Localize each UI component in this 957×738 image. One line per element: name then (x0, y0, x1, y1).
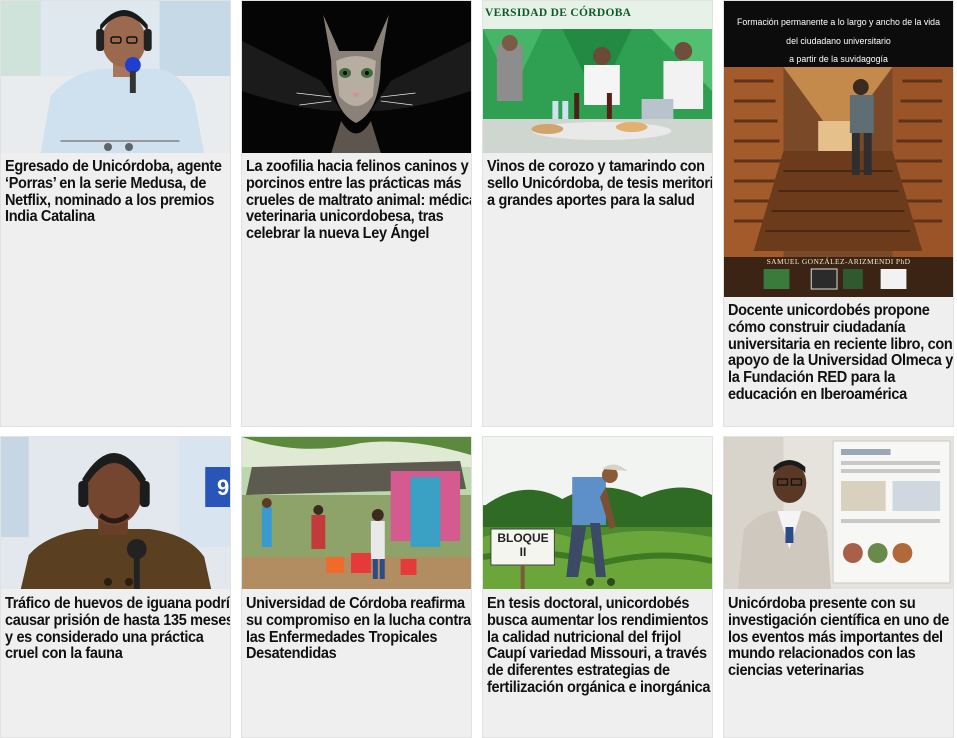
radio-interview-image-2[interactable]: 9 (1, 437, 230, 589)
article-headline[interactable]: En tesis doctoral, unicordobés busca aum… (487, 595, 712, 697)
article-headline[interactable]: Docente unicordobés propone cómo constru… (728, 302, 953, 404)
cat-image[interactable] (242, 1, 471, 153)
book-title-line-1: Formación permanente a lo largo y ancho … (737, 17, 940, 27)
researcher-poster-image[interactable] (724, 437, 953, 589)
article-headline[interactable]: Egresado de Unicórdoba, agente ‘Porras’ … (5, 158, 230, 226)
book-title-line-3: a partir de la suvidagogía (789, 54, 888, 64)
banner-text: VERSIDAD DE CÓRDOBA (485, 7, 632, 19)
article-headline[interactable]: Tráfico de huevos de iguana podría causa… (5, 595, 230, 663)
book-author: SAMUEL GONZÁLEZ-ARIZMENDI PhD (766, 257, 911, 266)
carousel-dot (586, 578, 594, 586)
wine-presentation-image[interactable]: VERSIDAD DE CÓRDOBA (483, 1, 712, 153)
carousel-dot (125, 578, 133, 586)
field-sign-line-2: II (519, 545, 527, 559)
article-headline[interactable]: La zoofilia hacia felinos caninos y porc… (246, 158, 471, 243)
carousel-dot (125, 143, 133, 151)
book-title-line-2: del ciudadano universitario (786, 36, 891, 46)
book-cover-image[interactable]: Formación permanente a lo largo y ancho … (724, 1, 953, 297)
news-card-3[interactable]: VERSIDAD DE CÓRDOBA Vinos de corozo y ta… (482, 0, 713, 427)
carousel-dot (607, 578, 615, 586)
article-headline[interactable]: Unicórdoba presente con su investigación… (728, 595, 953, 680)
article-headline[interactable]: Universidad de Córdoba reafirma su compr… (246, 595, 471, 663)
studio-number: 9 (217, 475, 230, 500)
article-headline[interactable]: Vinos de corozo y tamarindo con sello Un… (487, 158, 712, 209)
news-card-7[interactable]: BLOQUE II En tesis doctoral, unicordobés… (482, 436, 713, 738)
news-grid: Egresado de Unicórdoba, agente ‘Porras’ … (0, 0, 957, 738)
news-card-1[interactable]: Egresado de Unicórdoba, agente ‘Porras’ … (0, 0, 231, 427)
field-sign-line-1: BLOQUE (497, 531, 549, 545)
news-card-8[interactable]: Unicórdoba presente con su investigación… (723, 436, 954, 738)
carousel-dot (104, 143, 112, 151)
news-card-4[interactable]: Formación permanente a lo largo y ancho … (723, 0, 954, 427)
news-card-5[interactable]: 9 Tráfico de huevos de iguana podría cau… (0, 436, 231, 738)
radio-interview-image[interactable] (1, 1, 230, 153)
news-card-2[interactable]: La zoofilia hacia felinos caninos y porc… (241, 0, 472, 427)
bean-field-image[interactable]: BLOQUE II (483, 437, 712, 589)
news-card-6[interactable]: Universidad de Córdoba reafirma su compr… (241, 436, 472, 738)
outdoor-health-event-image[interactable] (242, 437, 471, 589)
carousel-dot (104, 578, 112, 586)
